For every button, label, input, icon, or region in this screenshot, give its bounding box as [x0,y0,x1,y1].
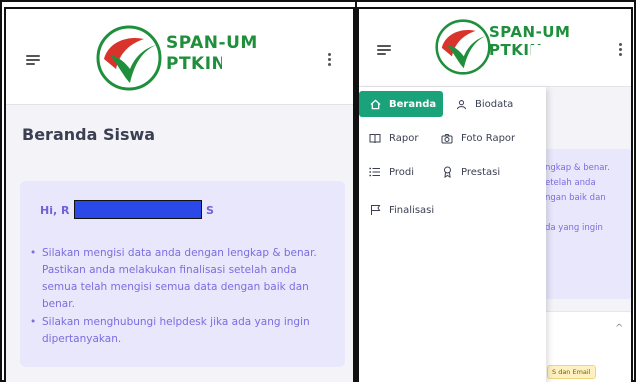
left-screen: SPAN-UM PTKIN Beranda Siswa Hi, R S Sila… [4,7,355,382]
redaction-box [222,55,308,89]
page-title: Beranda Siswa [22,125,156,144]
list-item: Silakan menghubungi helpdesk jika ada ya… [30,314,330,348]
redaction-box [531,45,621,79]
menu-label: Prestasi [461,166,501,178]
background-text: ngkap & benar. etelah anda ngan baik dan… [545,163,610,233]
list-item: Silakan mengisi data anda dengan lengkap… [30,245,330,313]
more-options-icon[interactable] [619,43,623,58]
menu-item-prodi[interactable]: Prodi [369,159,414,185]
logo-text-line1: SPAN-UM [489,23,571,41]
menu-label: Finalisasi [389,204,435,216]
navigation-menu: Beranda Biodata Rapor Foto Rapor Prodi P… [359,87,546,382]
book-icon [369,132,381,144]
menu-item-finalisasi[interactable]: Finalisasi [369,197,434,223]
home-icon [369,98,381,110]
redaction-box [74,200,202,219]
menu-label: Foto Rapor [461,132,516,144]
status-badge: S dan Email [547,365,596,379]
menu-label: Beranda [389,98,437,110]
logo-text-line1: SPAN-UM [166,33,258,53]
menu-item-beranda[interactable]: Beranda [359,91,443,117]
flag-icon [369,204,381,216]
menu-label: Rapor [389,132,419,144]
award-icon [441,166,453,178]
top-navbar: SPAN-UM PTKIN [6,9,353,105]
menu-item-rapor[interactable]: Rapor [369,125,418,151]
hamburger-menu-icon[interactable] [377,45,391,55]
menu-label: Biodata [475,98,514,110]
more-options-icon[interactable] [328,53,332,68]
right-screen: SPAN-UM PTKIN ngkap & benar. etelah anda… [357,7,633,382]
menu-item-foto-rapor[interactable]: Foto Rapor [441,125,515,151]
menu-label: Prodi [389,166,414,178]
chevron-up-icon[interactable]: ^ [615,323,623,334]
top-navbar: SPAN-UM PTKIN [359,9,631,87]
logo-text-line2: PTKIN [166,54,227,74]
welcome-alert: Hi, R S Silakan mengisi data anda dengan… [20,181,345,367]
menu-item-biodata[interactable]: Biodata [455,91,513,117]
user-icon [455,98,467,110]
menu-item-prestasi[interactable]: Prestasi [441,159,500,185]
hamburger-menu-icon[interactable] [26,55,40,65]
instruction-list: Silakan mengisi data anda dengan lengkap… [30,245,330,349]
list-icon [369,166,381,178]
logo-icon [96,25,162,91]
logo-icon [435,19,491,75]
greeting-suffix: S [206,204,214,217]
greeting-prefix: Hi, R [40,204,70,217]
camera-icon [441,132,453,144]
